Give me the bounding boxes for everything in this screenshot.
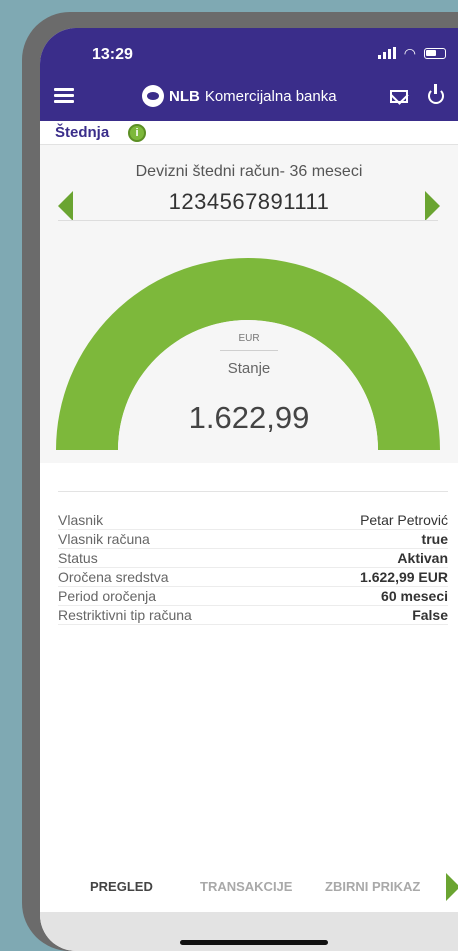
detail-label: Status bbox=[58, 550, 98, 566]
detail-row: Restriktivni tip računa False bbox=[58, 606, 448, 625]
status-bar: 13:29 ◠ bbox=[40, 28, 458, 78]
arrow-right-icon[interactable] bbox=[425, 191, 440, 221]
detail-row: Vlasnik Petar Petrović bbox=[58, 511, 448, 530]
account-details: Vlasnik Petar Petrović Vlasnik računa true S… bbox=[58, 491, 448, 625]
account-name: Devizni štedni račun- 36 meseci bbox=[135, 163, 363, 180]
account-number: 1234567891111 bbox=[168, 189, 330, 214]
detail-label: Restriktivni tip računa bbox=[58, 607, 192, 623]
bottom-tabs: PREGLED TRANSAKCIJE ZBIRNI PRIKAZ bbox=[40, 866, 458, 912]
detail-row: Status Aktivan bbox=[58, 549, 448, 568]
status-icons: ◠ bbox=[377, 45, 446, 61]
home-bar bbox=[40, 912, 458, 951]
power-icon[interactable] bbox=[428, 84, 444, 104]
detail-row: Vlasnik računa true bbox=[58, 530, 448, 549]
tab-summary[interactable]: ZBIRNI PRIKAZ bbox=[325, 879, 420, 894]
detail-label: Vlasnik računa bbox=[58, 531, 150, 547]
status-time: 13:29 bbox=[92, 46, 133, 63]
detail-row: Oročena sredstva 1.622,99 EUR bbox=[58, 568, 448, 587]
detail-value: Aktivan bbox=[397, 550, 448, 566]
divider bbox=[220, 350, 278, 351]
detail-value: Petar Petrović bbox=[360, 512, 448, 528]
menu-icon[interactable] bbox=[54, 88, 74, 104]
detail-value: true bbox=[421, 531, 448, 547]
brand: NLB Komercijalna banka bbox=[142, 85, 337, 107]
detail-value: 60 meseci bbox=[381, 588, 448, 604]
detail-label: Oročena sredstva bbox=[58, 569, 169, 585]
battery-icon bbox=[424, 47, 446, 59]
wifi-icon: ◠ bbox=[403, 45, 416, 61]
mail-icon[interactable] bbox=[390, 90, 408, 103]
divider bbox=[58, 220, 438, 221]
detail-value: False bbox=[412, 607, 448, 623]
background: 13:29 ◠ NLB Komercijalna banka Štednja i… bbox=[0, 0, 458, 951]
phone-screen: 13:29 ◠ NLB Komercijalna banka Štednja i… bbox=[40, 28, 458, 951]
detail-label: Vlasnik bbox=[58, 512, 104, 528]
nlb-logo-icon bbox=[142, 85, 164, 107]
gauge-label: Stanje bbox=[227, 360, 271, 377]
page-title: Štednja bbox=[55, 124, 110, 141]
app-header: 13:29 ◠ NLB Komercijalna banka bbox=[40, 28, 458, 121]
nav-bar: NLB Komercijalna banka bbox=[40, 78, 458, 121]
tab-overview[interactable]: PREGLED bbox=[90, 879, 153, 894]
balance-amount: 1.622,99 bbox=[188, 400, 310, 435]
divider bbox=[58, 491, 448, 492]
info-icon[interactable]: i bbox=[128, 124, 146, 142]
tab-transactions[interactable]: TRANSAKCIJE bbox=[200, 879, 292, 894]
detail-label: Period oročenja bbox=[58, 588, 157, 604]
detail-value: 1.622,99 EUR bbox=[360, 569, 448, 585]
section-header: Štednja i bbox=[40, 121, 458, 145]
brand-name-bold: NLB bbox=[169, 87, 200, 105]
gauge-currency: EUR bbox=[238, 333, 260, 344]
brand-name: Komercijalna banka bbox=[204, 87, 337, 105]
tabs-next-icon[interactable] bbox=[446, 873, 458, 901]
home-indicator[interactable] bbox=[180, 940, 328, 945]
signal-icon bbox=[377, 47, 396, 59]
account-panel: Devizni štedni račun- 36 meseci 12345678… bbox=[40, 145, 458, 463]
detail-row: Period oročenja 60 meseci bbox=[58, 587, 448, 606]
